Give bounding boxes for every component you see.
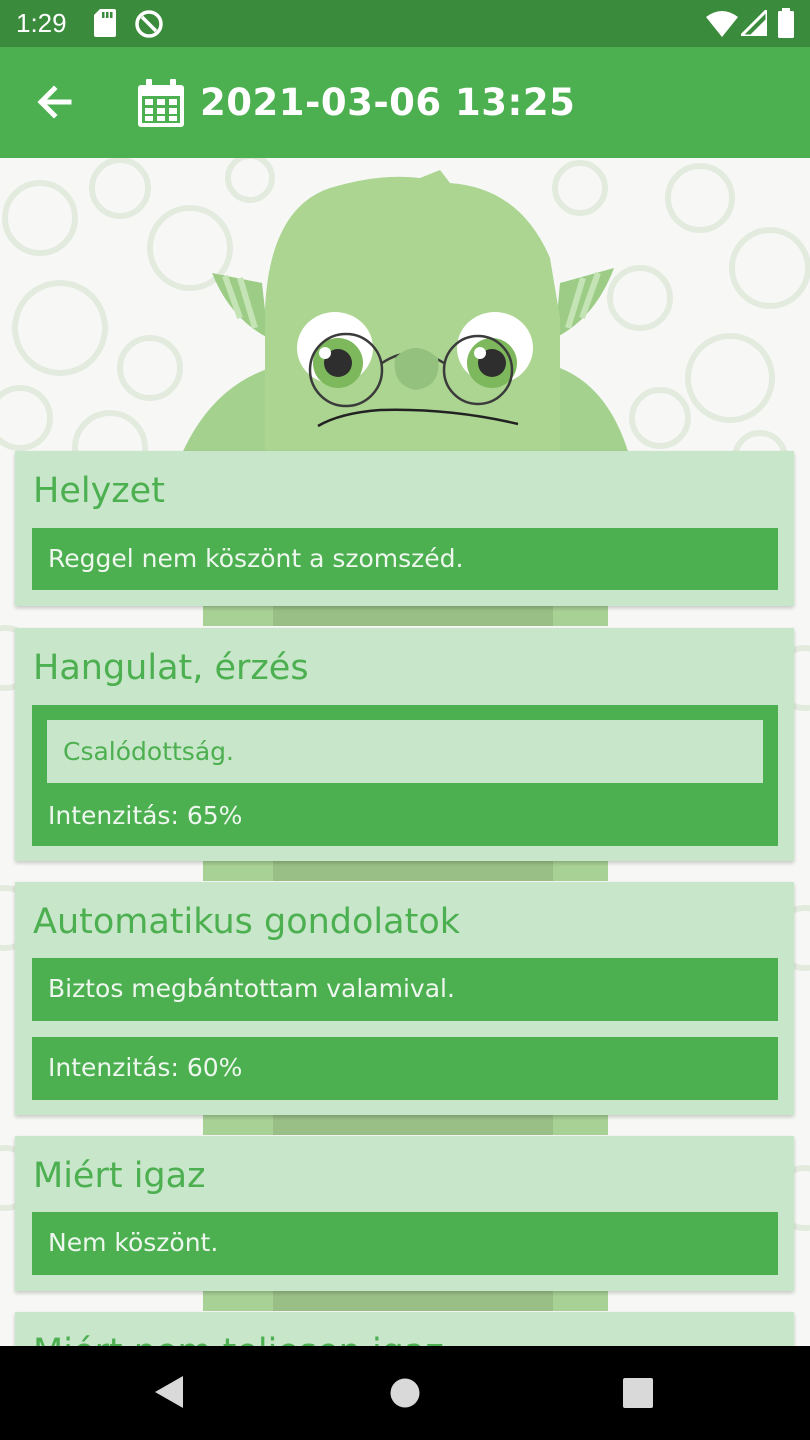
calendar-icon — [138, 79, 184, 127]
status-bar: 1:29 — [0, 0, 810, 47]
why-not-true-card: Miért nem teljesen igaz — [15, 1312, 794, 1346]
emotion-text: Csalódottság. — [63, 737, 234, 766]
mood-title: Hangulat, érzés — [33, 648, 309, 688]
card-connector — [203, 1115, 608, 1135]
thought-field[interactable]: Biztos megbántottam valamival. — [32, 958, 778, 1021]
situation-text: Reggel nem köszönt a szomszéd. — [48, 544, 464, 573]
wifi-icon — [706, 11, 738, 37]
thought-text: Biztos megbántottam valamival. — [48, 974, 455, 1003]
system-nav-bar — [0, 1346, 810, 1440]
sd-card-icon — [94, 9, 116, 37]
emotion-item[interactable]: Csalódottság. — [47, 720, 763, 783]
card-connector — [203, 1291, 608, 1311]
why-true-title: Miért igaz — [33, 1156, 206, 1196]
back-triangle-icon[interactable] — [153, 1374, 185, 1410]
automatic-thoughts-card: Automatikus gondolatok Biztos megbántott… — [15, 882, 794, 1115]
why-not-true-title: Miért nem teljesen igaz — [33, 1332, 444, 1346]
mood-intensity: Intenzitás: 65% — [48, 801, 243, 830]
card-connector — [203, 861, 608, 881]
signal-icon — [741, 10, 767, 36]
battery-icon — [778, 8, 794, 38]
situation-card: Helyzet Reggel nem köszönt a szomszéd. — [15, 451, 794, 606]
why-true-text: Nem köszönt. — [48, 1228, 219, 1257]
thought-intensity-field[interactable]: Intenzitás: 60% — [32, 1037, 778, 1100]
why-true-card: Miért igaz Nem köszönt. — [15, 1136, 794, 1291]
home-circle-icon[interactable] — [389, 1377, 421, 1409]
at-sign-icon — [135, 10, 163, 38]
entry-date-title: 2021-03-06 13:25 — [200, 81, 576, 124]
status-time: 1:29 — [16, 8, 67, 38]
card-connector — [203, 606, 608, 626]
automatic-thoughts-title: Automatikus gondolatok — [33, 902, 461, 942]
mood-card: Hangulat, érzés Csalódottság. Intenzitás… — [15, 628, 794, 861]
arrow-left-icon — [37, 85, 72, 119]
thought-intensity: Intenzitás: 60% — [48, 1053, 243, 1082]
mood-field[interactable]: Csalódottság. Intenzitás: 65% — [32, 705, 778, 846]
recents-square-icon[interactable] — [622, 1377, 654, 1409]
app-bar: 2021-03-06 13:25 — [0, 47, 810, 158]
why-true-field[interactable]: Nem köszönt. — [32, 1212, 778, 1275]
situation-field[interactable]: Reggel nem köszönt a szomszéd. — [32, 528, 778, 590]
back-button[interactable] — [28, 75, 82, 129]
monster-mascot — [180, 170, 630, 458]
situation-title: Helyzet — [33, 471, 165, 511]
